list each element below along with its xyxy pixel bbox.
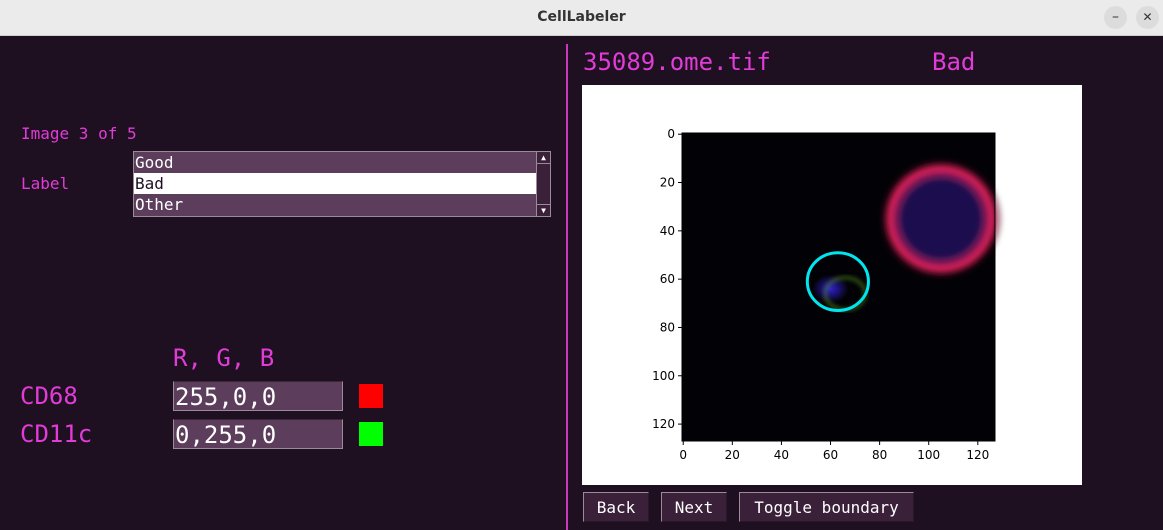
close-button[interactable]: ✕ bbox=[1136, 6, 1159, 29]
listbox-scrollbar[interactable]: ▲ ▼ bbox=[536, 151, 551, 217]
minimize-button[interactable]: – bbox=[1104, 6, 1127, 29]
scroll-down-icon[interactable]: ▼ bbox=[537, 204, 550, 216]
label-caption: Label bbox=[21, 174, 70, 193]
cd68-rgb-input[interactable]: 255,0,0 bbox=[173, 381, 343, 411]
plot-area bbox=[682, 133, 1004, 441]
x-tick-label: 100 bbox=[917, 448, 940, 462]
back-button[interactable]: Back bbox=[583, 492, 649, 522]
x-tick-label: 80 bbox=[872, 448, 887, 462]
next-button[interactable]: Next bbox=[661, 492, 727, 522]
y-tick-label: 80 bbox=[660, 320, 675, 334]
toggle-boundary-button[interactable]: Toggle boundary bbox=[739, 492, 914, 522]
close-icon: ✕ bbox=[1142, 10, 1153, 24]
label-option-other[interactable]: Other bbox=[134, 194, 536, 215]
x-tick-label: 120 bbox=[966, 448, 989, 462]
minimize-icon: – bbox=[1112, 9, 1119, 25]
image-counter: Image 3 of 5 bbox=[21, 124, 137, 143]
label-listbox[interactable]: Good Bad Other bbox=[133, 151, 537, 217]
channel-name-cd68: CD68 bbox=[20, 382, 78, 410]
y-tick-label: 0 bbox=[667, 127, 675, 141]
y-tick-label: 60 bbox=[660, 272, 675, 286]
filename: 35089.ome.tif bbox=[583, 48, 771, 76]
x-tick-label: 40 bbox=[774, 448, 789, 462]
image-plot: 0 20 40 60 80 100 120 0 20 40 60 80 100 120 bbox=[582, 85, 1082, 485]
title-bar: CellLabeler – ✕ bbox=[0, 0, 1163, 36]
current-label: Bad bbox=[932, 48, 976, 76]
y-tick-label: 100 bbox=[652, 369, 675, 383]
cell-membrane-feature bbox=[878, 157, 1004, 281]
x-tick-label: 20 bbox=[725, 448, 740, 462]
window-title: CellLabeler bbox=[537, 9, 626, 25]
y-tick-label: 40 bbox=[660, 224, 675, 238]
plot-svg: 0 20 40 60 80 100 120 0 20 40 60 80 100 120 bbox=[652, 127, 1004, 462]
cd11c-rgb-input[interactable]: 0,255,0 bbox=[173, 419, 343, 449]
label-option-bad[interactable]: Bad bbox=[134, 173, 536, 194]
y-tick-label: 120 bbox=[652, 417, 675, 431]
channel-name-cd11c: CD11c bbox=[20, 420, 93, 448]
rgb-header: R, G, B bbox=[173, 344, 275, 372]
cd68-color-swatch bbox=[359, 384, 383, 408]
x-tick-label: 60 bbox=[823, 448, 838, 462]
panel-divider bbox=[566, 44, 568, 530]
label-option-good[interactable]: Good bbox=[134, 152, 536, 173]
x-tick-label: 0 bbox=[679, 448, 687, 462]
scroll-up-icon[interactable]: ▲ bbox=[537, 152, 550, 164]
cd11c-color-swatch bbox=[359, 422, 383, 446]
y-tick-label: 20 bbox=[660, 176, 675, 190]
